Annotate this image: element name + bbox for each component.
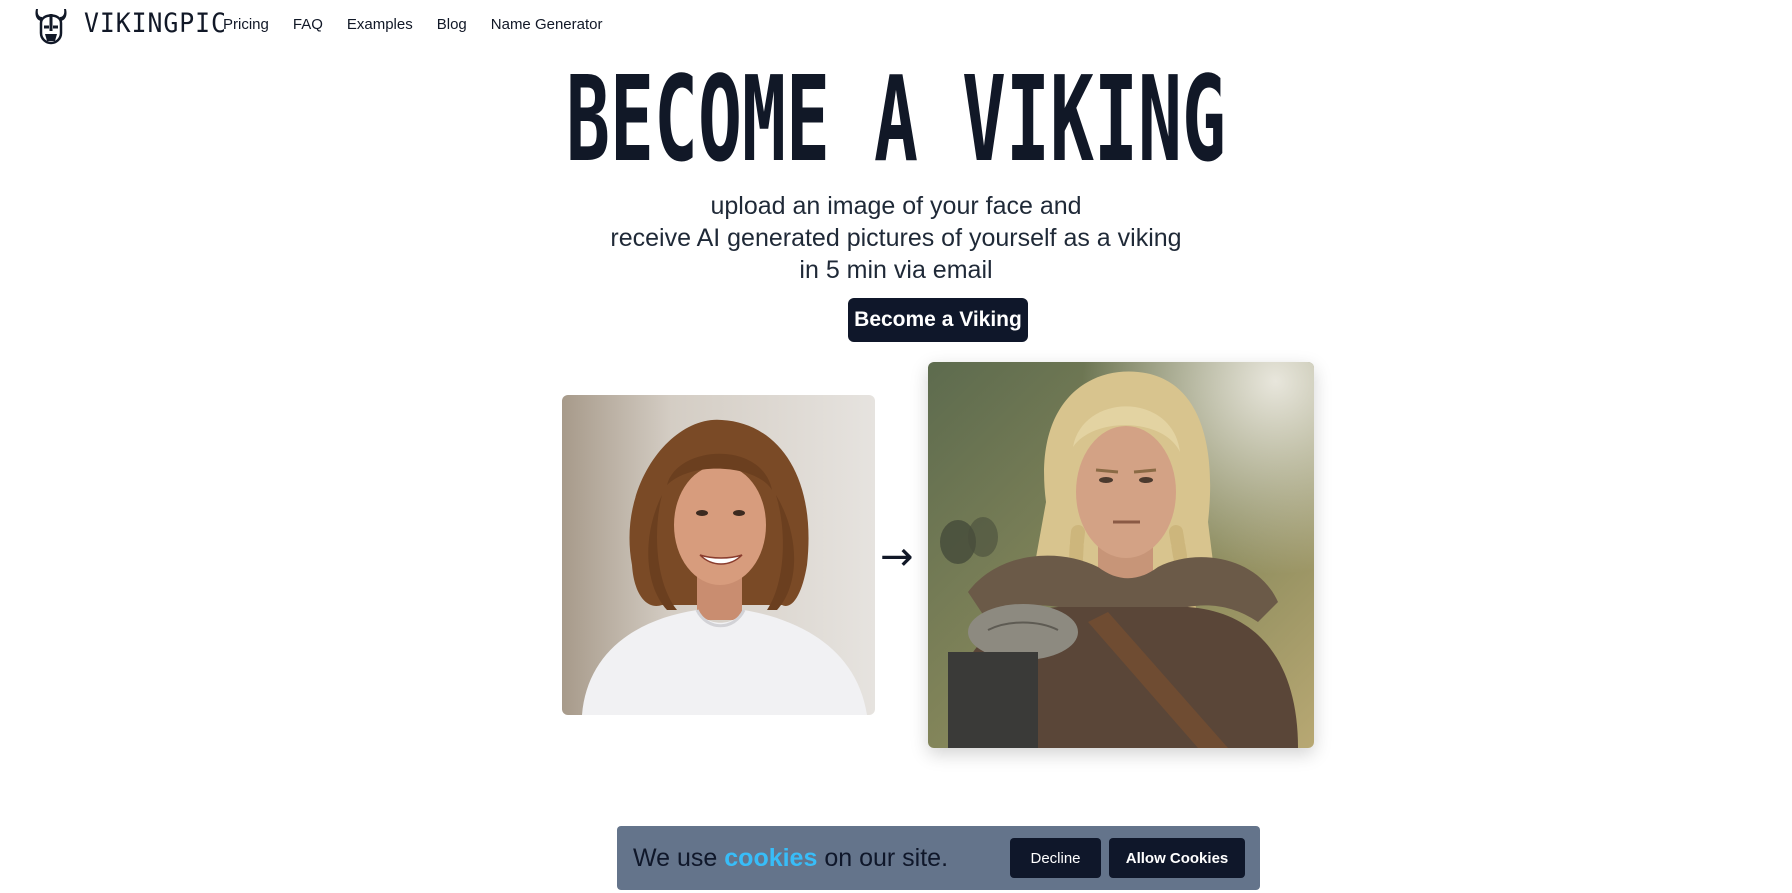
nav-link-pricing[interactable]: Pricing <box>223 15 269 35</box>
hero-title-text: BECOME A VIKING <box>566 60 1226 172</box>
brand-logo[interactable]: VIKINGPIC <box>32 3 239 45</box>
viking-helmet-icon <box>35 9 67 45</box>
hero-subtitle: upload an image of your face and receive… <box>0 190 1792 286</box>
hero-title: BECOME A VIKING <box>0 60 1792 172</box>
nav-link-faq[interactable]: FAQ <box>293 15 323 35</box>
arrow-icon: → <box>880 534 914 580</box>
nav-link-examples[interactable]: Examples <box>347 15 413 35</box>
cookie-banner: We use cookies on our site. Decline Allo… <box>617 826 1260 890</box>
nav-links: Pricing FAQ Examples Blog Name Generator <box>223 15 626 35</box>
nav-link-name-generator[interactable]: Name Generator <box>491 15 603 35</box>
subtitle-line-2: receive AI generated pictures of yoursel… <box>610 224 1182 252</box>
decline-cookies-button[interactable]: Decline <box>1010 838 1101 878</box>
become-a-viking-button[interactable]: Become a Viking <box>848 298 1028 342</box>
subtitle-line-3: in 5 min via email <box>799 256 993 284</box>
allow-cookies-button[interactable]: Allow Cookies <box>1109 838 1245 878</box>
brand-name: VIKINGPIC <box>84 8 227 39</box>
cookies-link[interactable]: cookies <box>724 844 817 872</box>
hero-title-lettering: BECOME A VIKING <box>566 60 1226 172</box>
top-navigation: VIKINGPIC Pricing FAQ Examples Blog Name… <box>0 0 1792 50</box>
nav-link-blog[interactable]: Blog <box>437 15 467 35</box>
cookie-text-after: on our site. <box>824 843 949 872</box>
viking-result-photo <box>928 362 1314 748</box>
before-photo <box>562 395 875 715</box>
cookie-text-before: We use <box>633 843 718 872</box>
subtitle-line-1: upload an image of your face and <box>710 192 1082 220</box>
cookie-message: We use cookies on our site. <box>633 844 948 873</box>
